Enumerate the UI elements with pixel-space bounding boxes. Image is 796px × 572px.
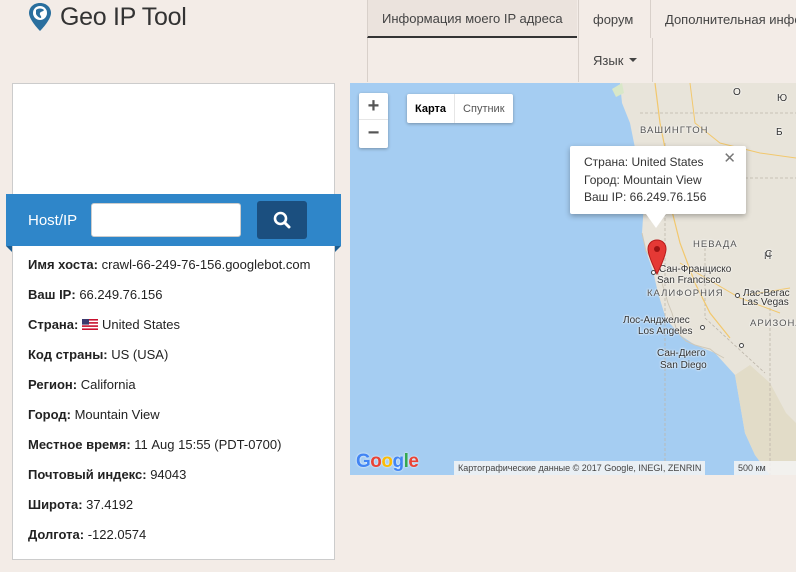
popup-close-icon[interactable]: ✕ (723, 150, 736, 168)
popup-country: Страна: United States (584, 155, 704, 169)
popup-city: Город: Mountain View (584, 172, 702, 187)
map-label-lv-en: Las Vegas (742, 297, 789, 308)
map-label-la-ru: Лос-Анджелес (623, 315, 690, 326)
search-icon (273, 211, 291, 229)
map-attribution[interactable]: Картографические данные © 2017 Google, I… (454, 461, 706, 475)
ip-info-list: Имя хоста: crawl-66-249-76-156.googlebot… (28, 256, 310, 556)
map-label-sd-ru: Сан-Диего (657, 348, 706, 359)
map-label-sf-en: San Francisco (657, 275, 721, 286)
map-label-california: КАЛИФОРНИЯ (647, 288, 724, 299)
map-label-u: Ю (777, 93, 788, 104)
map-type-map-button[interactable]: Карта (407, 94, 456, 123)
map-type-satellite-button[interactable]: Спутник (455, 94, 512, 123)
map-scale: 500 км (734, 461, 796, 475)
language-dropdown[interactable]: Язык (578, 38, 653, 82)
map-land (612, 83, 796, 475)
info-latitude: Широта: 37.4192 (28, 497, 134, 512)
map-label-nevada: НЕВАДА (693, 239, 738, 250)
city-dot-la (700, 325, 705, 330)
info-ip: Ваш IP: 66.249.76.156 (28, 287, 163, 302)
info-local-time: Местное время: 11 Aug 15:55 (PDT-0700) (28, 437, 282, 452)
map-label-ari-partial: С (765, 249, 773, 260)
location-marker-icon[interactable] (647, 239, 667, 275)
host-ip-label: Host/IP (28, 211, 78, 229)
zoom-in-button[interactable]: + (359, 93, 388, 120)
info-country: Страна: United States (28, 317, 181, 332)
map-label-o: О (733, 87, 741, 98)
map-label-sd-en: San Diego (660, 360, 707, 371)
city-dot-lv (735, 293, 740, 298)
site-logo[interactable]: Geo IP Tool (28, 2, 187, 32)
info-region: Регион: California (28, 377, 136, 392)
map-label-arizona: АРИЗОНА (750, 318, 796, 329)
zoom-controls: + − (359, 93, 388, 148)
info-longitude: Долгота: -122.0574 (28, 527, 147, 542)
location-info-popup: Страна: United States Город: Mountain Vi… (570, 146, 746, 228)
info-postal-code: Почтовый индекс: 94043 (28, 467, 187, 482)
map-label-sf-ru: Сан-Франциско (659, 264, 732, 275)
google-map[interactable]: + − Карта Спутник О Ю ВАШИНГТОН Б Н НЕВА… (350, 83, 796, 475)
map-pin-logo-icon (29, 3, 51, 31)
zoom-out-button[interactable]: − (359, 120, 388, 147)
logo-text: Geo IP Tool (60, 2, 187, 31)
nav-divider (367, 38, 368, 82)
city-dot-sd (739, 343, 744, 348)
google-logo[interactable]: Google (356, 451, 419, 473)
info-country-code: Код страны: US (USA) (28, 347, 169, 362)
map-type-control: Карта Спутник (407, 94, 513, 123)
info-hostname: Имя хоста: crawl-66-249-76-156.googlebot… (28, 257, 311, 272)
us-flag-icon (81, 319, 98, 330)
map-label-la-en: Los Angeles (638, 326, 693, 337)
search-button[interactable] (257, 201, 307, 239)
caret-down-icon (629, 58, 638, 62)
popup-ip: Ваш IP: 66.249.76.156 (584, 190, 707, 204)
map-label-washington: ВАШИНГТОН (640, 125, 709, 136)
map-label-b: Б (776, 127, 783, 138)
nav-forum[interactable]: форум (578, 0, 650, 38)
info-city: Город: Mountain View (28, 407, 160, 422)
nav-more-info[interactable]: Дополнительная информация (650, 0, 796, 38)
host-search-bar: Host/IP (6, 194, 341, 252)
nav-my-ip-info[interactable]: Информация моего IP адреса (367, 0, 577, 38)
host-ip-input[interactable] (91, 203, 241, 237)
